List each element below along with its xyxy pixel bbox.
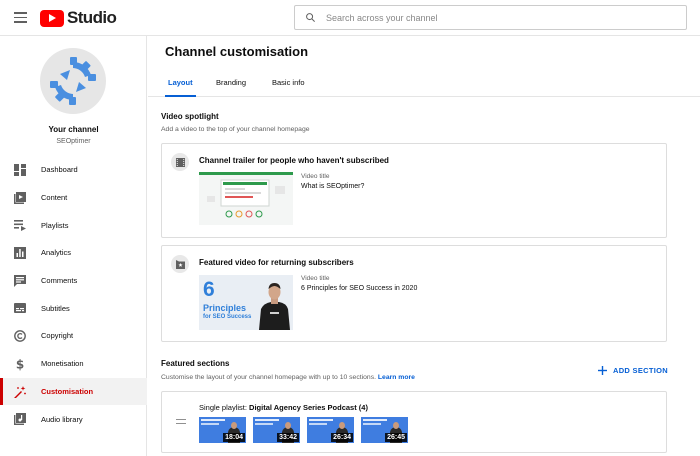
video-spotlight-title: Video spotlight bbox=[161, 112, 219, 121]
sidebar-item-customisation[interactable]: Customisation bbox=[0, 377, 147, 406]
add-section-button[interactable]: ADD SECTION bbox=[598, 366, 668, 375]
audio-library-icon bbox=[13, 412, 27, 426]
search-input[interactable] bbox=[326, 12, 646, 23]
film-icon bbox=[171, 153, 189, 171]
sidebar-item-comments[interactable]: Comments bbox=[0, 267, 147, 295]
featured-thumbnail-word: Principles bbox=[203, 303, 247, 313]
sidebar: Your channel SEOptimer Dashboard Content… bbox=[0, 36, 147, 456]
plus-icon bbox=[598, 366, 607, 375]
video-duration: 26:45 bbox=[385, 433, 407, 442]
trailer-thumbnail-image bbox=[199, 172, 293, 225]
sidebar-item-content[interactable]: Content bbox=[0, 184, 147, 212]
svg-text:$: $ bbox=[16, 357, 24, 371]
menu-icon[interactable] bbox=[14, 12, 27, 23]
sidebar-nav: Dashboard Content Playlists Analytics Co… bbox=[0, 156, 147, 433]
sidebar-item-copyright[interactable]: Copyright bbox=[0, 322, 147, 350]
playlist-section-card[interactable]: Single playlist: Digital Agency Series P… bbox=[161, 391, 667, 453]
trailer-card-title: Channel trailer for people who haven't s… bbox=[199, 156, 389, 165]
tab-layout[interactable]: Layout bbox=[165, 78, 196, 97]
sidebar-item-dashboard[interactable]: Dashboard bbox=[0, 156, 147, 184]
channel-name: SEOptimer bbox=[56, 138, 91, 145]
trailer-video-label: Video title bbox=[301, 173, 330, 180]
seoptimer-logo-icon bbox=[50, 57, 96, 105]
studio-logo[interactable]: Studio bbox=[40, 8, 117, 28]
channel-title: Your channel bbox=[48, 125, 99, 134]
tab-bar: Layout Branding Basic info bbox=[148, 72, 700, 97]
customisation-icon bbox=[13, 385, 27, 399]
playlist-name: Digital Agency Series Podcast (4) bbox=[249, 403, 368, 412]
top-bar: Studio bbox=[0, 0, 700, 36]
playlist-video-thumbnail[interactable]: 33:42 bbox=[253, 417, 300, 443]
sidebar-item-playlists[interactable]: Playlists bbox=[0, 211, 147, 239]
channel-avatar[interactable] bbox=[40, 48, 106, 114]
playlist-section-title: Single playlist: Digital Agency Series P… bbox=[199, 403, 368, 412]
sidebar-item-label: Subtitles bbox=[41, 303, 70, 313]
featured-video-label: Video title bbox=[301, 275, 330, 282]
sidebar-item-label: Monetisation bbox=[41, 359, 84, 369]
featured-thumbnail[interactable]: 6 Principles for SEO Success bbox=[199, 275, 293, 330]
search-icon bbox=[306, 13, 315, 22]
dashboard-icon bbox=[13, 163, 27, 177]
sidebar-item-subtitles[interactable]: Subtitles bbox=[0, 294, 147, 322]
featured-sections-desc: Customise the layout of your channel hom… bbox=[161, 374, 415, 381]
featured-video-icon bbox=[171, 255, 189, 273]
drag-handle-icon[interactable] bbox=[176, 419, 186, 426]
featured-thumbnail-subtext: for SEO Success bbox=[203, 314, 252, 320]
playlist-video-thumbnail[interactable]: 18:04 bbox=[199, 417, 246, 443]
page-title: Channel customisation bbox=[165, 44, 309, 59]
video-duration: 33:42 bbox=[277, 433, 299, 442]
sidebar-item-label: Copyright bbox=[41, 331, 74, 341]
featured-video-title: 6 Principles for SEO Success in 2020 bbox=[301, 285, 418, 292]
main-content: Channel customisation Layout Branding Ba… bbox=[148, 36, 700, 456]
video-duration: 18:04 bbox=[223, 433, 245, 442]
sidebar-item-label: Customisation bbox=[41, 386, 94, 396]
copyright-icon bbox=[13, 329, 27, 343]
analytics-icon bbox=[13, 246, 27, 260]
playlist-prefix: Single playlist: bbox=[199, 403, 247, 412]
video-spotlight-desc: Add a video to the top of your channel h… bbox=[161, 126, 310, 133]
sidebar-item-label: Analytics bbox=[41, 248, 72, 258]
youtube-play-icon bbox=[40, 9, 64, 27]
featured-thumbnail-number: 6 bbox=[203, 278, 215, 301]
comments-icon bbox=[13, 274, 27, 288]
featured-card-title: Featured video for returning subscribers bbox=[199, 258, 354, 267]
content-icon bbox=[13, 191, 27, 205]
tab-basic-info[interactable]: Basic info bbox=[272, 78, 305, 97]
featured-sections-title: Featured sections bbox=[161, 359, 230, 368]
logo-text: Studio bbox=[67, 8, 117, 27]
playlists-icon bbox=[13, 218, 27, 232]
video-duration: 26:34 bbox=[331, 433, 353, 442]
sidebar-item-audio-library[interactable]: Audio library bbox=[0, 405, 147, 433]
sidebar-item-label: Content bbox=[41, 193, 68, 203]
add-section-label: ADD SECTION bbox=[613, 366, 668, 375]
sidebar-item-label: Comments bbox=[41, 276, 78, 286]
sidebar-item-label: Playlists bbox=[41, 220, 69, 230]
playlist-video-thumbnail[interactable]: 26:45 bbox=[361, 417, 408, 443]
subtitles-icon bbox=[13, 301, 27, 315]
sidebar-item-analytics[interactable]: Analytics bbox=[0, 239, 147, 267]
featured-video-card[interactable]: Featured video for returning subscribers… bbox=[161, 245, 667, 342]
channel-trailer-card[interactable]: Channel trailer for people who haven't s… bbox=[161, 143, 667, 238]
tab-branding[interactable]: Branding bbox=[216, 78, 246, 97]
learn-more-link[interactable]: Learn more bbox=[378, 374, 415, 381]
sidebar-item-label: Dashboard bbox=[41, 165, 78, 175]
trailer-video-title: What is SEOptimer? bbox=[301, 183, 365, 190]
monetisation-icon: $ bbox=[13, 357, 27, 371]
playlist-video-thumbnail[interactable]: 26:34 bbox=[307, 417, 354, 443]
sidebar-item-label: Audio library bbox=[41, 414, 83, 424]
featured-sections-desc-text: Customise the layout of your channel hom… bbox=[161, 374, 376, 381]
sidebar-item-monetisation[interactable]: $ Monetisation bbox=[0, 350, 147, 378]
search-box[interactable] bbox=[294, 5, 687, 30]
trailer-thumbnail[interactable] bbox=[199, 172, 293, 225]
